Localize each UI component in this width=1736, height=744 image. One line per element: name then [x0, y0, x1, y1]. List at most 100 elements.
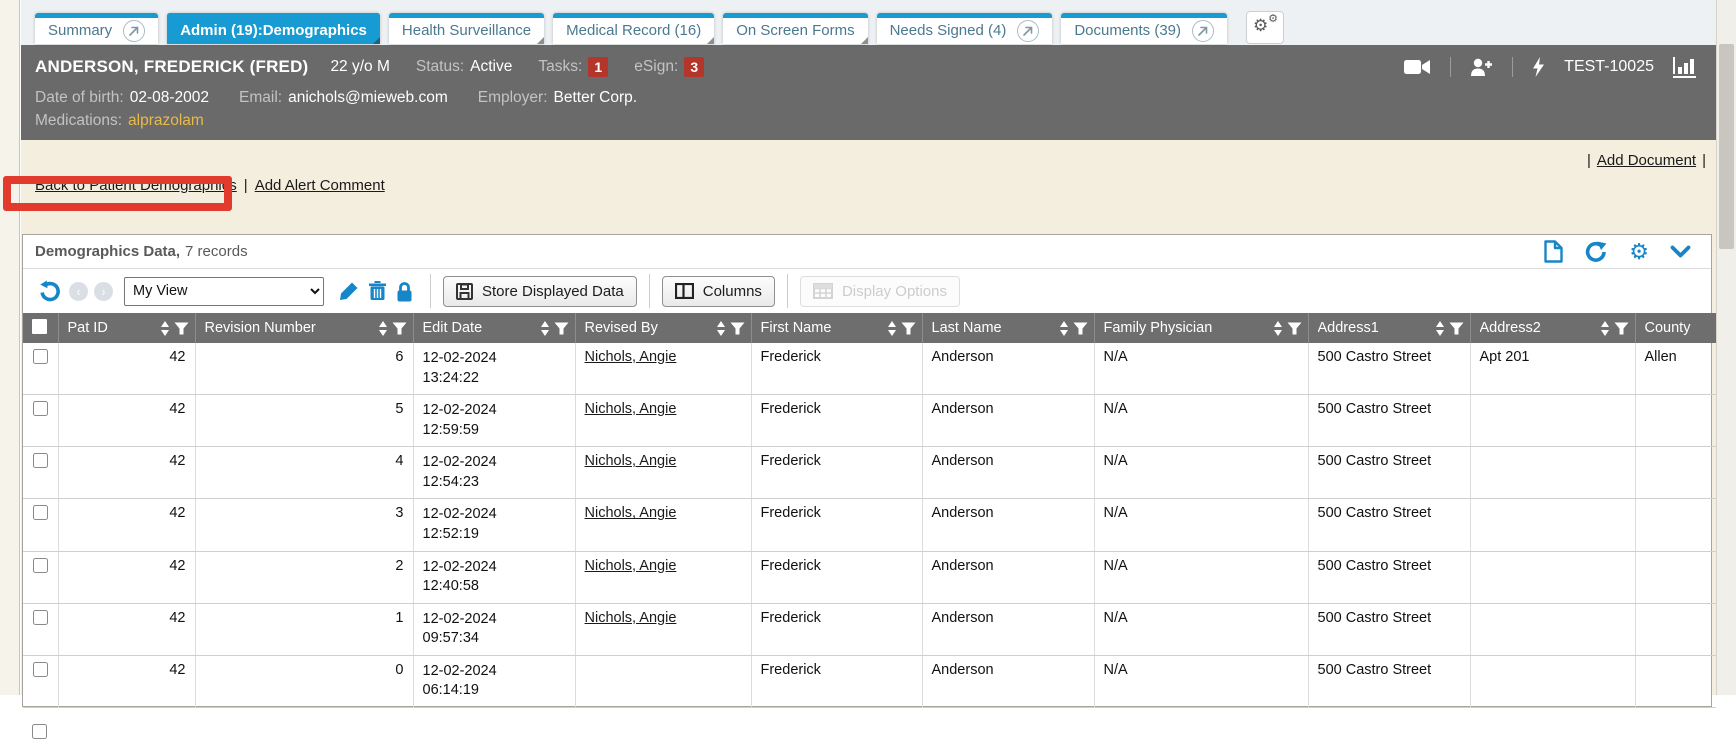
cell-edit-date: 12-02-2024 12:52:19 — [413, 499, 575, 551]
collapse-chevron-icon[interactable] — [1670, 245, 1691, 258]
footer-select-checkbox[interactable] — [32, 724, 47, 739]
settings-gear-icon[interactable]: ⚙ — [1629, 241, 1649, 263]
sort-icon[interactable] — [379, 321, 387, 336]
popout-icon[interactable] — [123, 20, 145, 42]
tab-summary[interactable]: Summary — [35, 13, 158, 44]
toolbar-divider — [649, 274, 650, 308]
sort-icon[interactable] — [1060, 321, 1068, 336]
filter-funnel-icon[interactable] — [1287, 322, 1302, 335]
filter-funnel-icon[interactable] — [174, 322, 189, 335]
delete-trash-icon[interactable] — [369, 281, 386, 301]
chart-settings-button[interactable]: ⚙ ⚙ — [1246, 11, 1284, 44]
filter-funnel-icon[interactable] — [730, 322, 745, 335]
sort-icon[interactable] — [161, 321, 169, 336]
tab-label: Documents (39) — [1074, 22, 1181, 39]
row-checkbox[interactable] — [33, 558, 48, 573]
tab-needs-signed-4[interactable]: Needs Signed (4) — [877, 13, 1053, 44]
tab-documents-39[interactable]: Documents (39) — [1061, 13, 1227, 44]
panel-title: Demographics Data, — [35, 243, 180, 260]
sort-icon[interactable] — [717, 321, 725, 336]
cell-edit-date: 12-02-2024 06:14:19 — [413, 655, 575, 707]
view-select[interactable]: My View — [124, 277, 324, 306]
detail-value: Better Corp. — [554, 89, 638, 107]
tab-label: Medical Record (16) — [566, 22, 701, 39]
cell-family-physician: N/A — [1094, 343, 1308, 395]
vertical-scrollbar[interactable] — [1716, 0, 1736, 695]
row-checkbox[interactable] — [33, 505, 48, 520]
popout-icon[interactable] — [1017, 20, 1039, 42]
grid-icon — [813, 283, 833, 299]
lock-icon[interactable] — [396, 281, 413, 302]
row-checkbox[interactable] — [33, 662, 48, 677]
cell-last-name: Anderson — [922, 447, 1094, 499]
column-header-family-physician[interactable]: Family Physician — [1094, 313, 1308, 343]
refresh-icon[interactable] — [1584, 241, 1608, 263]
column-header-revision-number[interactable]: Revision Number — [195, 313, 413, 343]
new-document-icon[interactable] — [1544, 240, 1563, 263]
revised-by-link[interactable]: Nichols, Angie — [585, 453, 677, 469]
add-document-link[interactable]: Add Document — [1597, 152, 1696, 169]
undo-icon[interactable] — [38, 280, 61, 303]
tab-medical-record-16[interactable]: Medical Record (16) — [553, 13, 714, 44]
cell-edit-date: 12-02-2024 12:40:58 — [413, 551, 575, 603]
tasks-badge[interactable]: 1 — [588, 57, 608, 77]
revised-by-link[interactable]: Nichols, Angie — [585, 401, 677, 417]
revised-by-link[interactable]: Nichols, Angie — [585, 349, 677, 365]
filter-funnel-icon[interactable] — [1073, 322, 1088, 335]
revised-by-link[interactable]: Nichols, Angie — [585, 610, 677, 626]
column-header-edit-date[interactable]: Edit Date — [413, 313, 575, 343]
lightning-icon[interactable] — [1532, 57, 1545, 77]
column-header-address2[interactable]: Address2 — [1470, 313, 1635, 343]
cell-revised-by: Nichols, Angie — [575, 343, 751, 395]
revised-by-link[interactable]: Nichols, Angie — [585, 505, 677, 521]
cell-revision-number: 2 — [195, 551, 413, 603]
cell-address2: Apt 201 — [1470, 343, 1635, 395]
medications-value[interactable]: alprazolam — [128, 112, 204, 130]
filter-funnel-icon[interactable] — [1449, 322, 1464, 335]
filter-funnel-icon[interactable] — [392, 322, 407, 335]
next-icon[interactable]: › — [94, 282, 113, 301]
cell-edit-date: 12-02-2024 09:57:34 — [413, 603, 575, 655]
sort-icon[interactable] — [1274, 321, 1282, 336]
filter-funnel-icon[interactable] — [1614, 322, 1629, 335]
column-header-address1[interactable]: Address1 — [1308, 313, 1470, 343]
column-header-last-name[interactable]: Last Name — [922, 313, 1094, 343]
add-alert-comment-link[interactable]: Add Alert Comment — [255, 177, 385, 194]
column-label: Address2 — [1480, 320, 1596, 336]
popout-icon[interactable] — [1192, 20, 1214, 42]
cell-pat-id: 42 — [58, 447, 195, 499]
row-checkbox[interactable] — [33, 349, 48, 364]
row-checkbox[interactable] — [33, 401, 48, 416]
filter-funnel-icon[interactable] — [901, 322, 916, 335]
sort-icon[interactable] — [1436, 321, 1444, 336]
add-person-icon[interactable] — [1470, 58, 1493, 77]
scrollbar-thumb[interactable] — [1719, 44, 1734, 249]
tab-health-surveillance[interactable]: Health Surveillance — [389, 13, 544, 44]
row-checkbox[interactable] — [33, 610, 48, 625]
bar-chart-icon[interactable] — [1673, 57, 1697, 78]
cell-revised-by — [575, 655, 751, 707]
tab-on-screen-forms[interactable]: On Screen Forms — [723, 13, 867, 44]
video-camera-icon[interactable] — [1404, 58, 1431, 76]
back-to-demographics-link[interactable]: Back to Patient Demographics — [35, 177, 237, 194]
store-displayed-data-button[interactable]: Store Displayed Data — [443, 276, 637, 307]
row-checkbox[interactable] — [33, 453, 48, 468]
esign-badge[interactable]: 3 — [684, 57, 704, 77]
column-header-first-name[interactable]: First Name — [751, 313, 922, 343]
column-header-county[interactable]: County — [1635, 313, 1716, 343]
tab-admin-19-demographics[interactable]: Admin (19):Demographics — [167, 13, 380, 44]
column-header-revised-by[interactable]: Revised By — [575, 313, 751, 343]
prev-icon[interactable]: ‹ — [69, 282, 88, 301]
pipe-separator: | — [1587, 152, 1591, 169]
sort-icon[interactable] — [888, 321, 896, 336]
filter-funnel-icon[interactable] — [554, 322, 569, 335]
edit-pencil-icon[interactable] — [339, 281, 359, 301]
column-header-pat-id[interactable]: Pat ID — [58, 313, 195, 343]
gears-icon: ⚙ — [1253, 17, 1268, 34]
sort-icon[interactable] — [1601, 321, 1609, 336]
columns-button[interactable]: Columns — [662, 276, 775, 307]
sort-icon[interactable] — [541, 321, 549, 336]
patient-header-row1: ANDERSON, FREDERICK (FRED) 22 y/o M Stat… — [35, 52, 1702, 82]
revised-by-link[interactable]: Nichols, Angie — [585, 558, 677, 574]
select-all-checkbox[interactable] — [32, 319, 47, 334]
